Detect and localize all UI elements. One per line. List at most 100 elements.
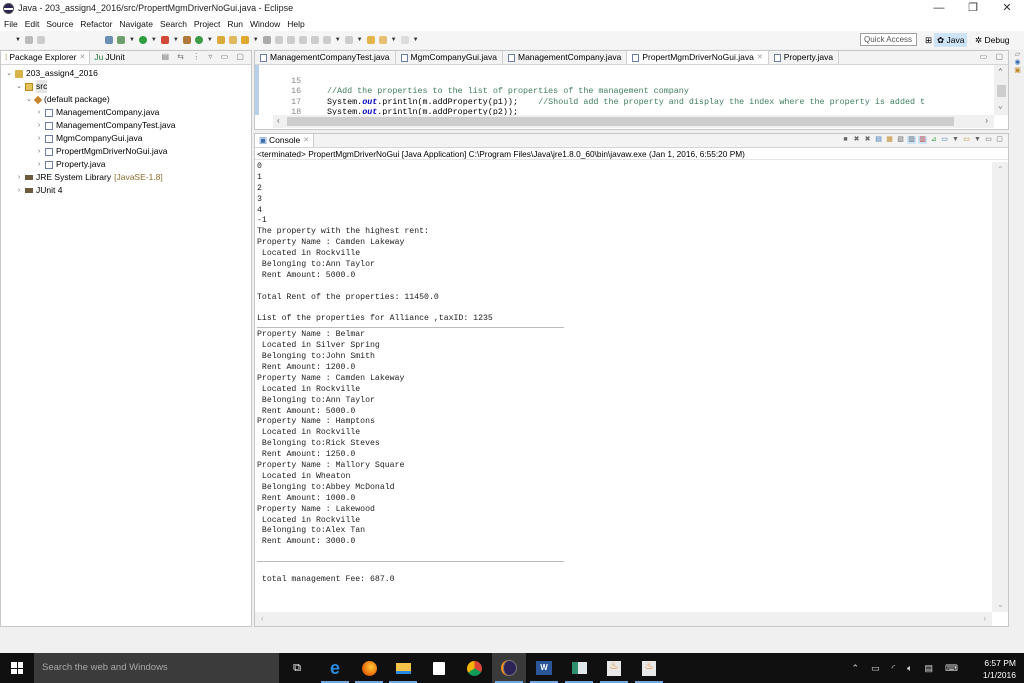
tree-item-junit-library[interactable]: › JUnit 4 — [1, 184, 251, 197]
tab-package-explorer[interactable]: ⁞ Package Explorer ✕ — [1, 51, 91, 64]
menu-search[interactable]: Search — [160, 19, 187, 29]
tree-item-project[interactable]: ⌄ 203_assign4_2016 — [1, 67, 251, 80]
taskbar-clock[interactable]: 6:57 PM 1/1/2016 — [983, 657, 1016, 681]
new-java-project-icon[interactable] — [182, 36, 191, 44]
menu-project[interactable]: Project — [194, 19, 220, 29]
view-toolbar[interactable]: ▤ ⇆ ⋮ ▿ ▭ ▢ — [161, 52, 247, 61]
scroll-down-icon[interactable]: ⌄ — [998, 101, 1003, 111]
forward-icon[interactable] — [400, 36, 409, 44]
scroll-right-icon[interactable]: › — [985, 116, 988, 125]
run-dropdown-icon[interactable]: ▼ — [151, 37, 157, 43]
tree-item-file[interactable]: › PropertMgmDriverNoGui.java — [1, 145, 251, 158]
code-editor[interactable]: 15 //Add the properties to the list of p… — [255, 65, 1008, 115]
menu-file[interactable]: File — [4, 19, 18, 29]
forward-dropdown-icon[interactable]: ▼ — [413, 37, 419, 43]
tree-item-file[interactable]: › Property.java — [1, 158, 251, 171]
toggle-mark-icon[interactable] — [286, 36, 295, 44]
store-icon[interactable] — [422, 653, 456, 683]
outline-icon[interactable]: ◉ — [1011, 58, 1024, 66]
editor-tab[interactable]: ManagementCompany.java — [503, 51, 628, 64]
show-stderr-icon[interactable]: ▥ — [918, 136, 927, 144]
external-tools-icon[interactable] — [160, 36, 169, 44]
scroll-lock-icon[interactable]: ▦ — [885, 136, 894, 144]
expand-icon[interactable]: ⌄ — [25, 93, 33, 106]
java-icon[interactable]: ♨ — [597, 653, 631, 683]
console-horizontal-scrollbar[interactable]: ‹ › — [255, 612, 992, 626]
quick-access-input[interactable]: Quick Access — [860, 33, 917, 46]
tree-item-default-package[interactable]: ⌄ (default package) — [1, 93, 251, 106]
open-console-dropdown-icon[interactable]: ▼ — [973, 136, 982, 144]
save-icon[interactable] — [24, 36, 33, 44]
tab-console[interactable]: ▣ Console ✕ — [255, 134, 315, 147]
restore-icon[interactable]: ▱ — [1011, 50, 1024, 58]
prev-annotation-icon[interactable] — [344, 36, 353, 44]
editor-vertical-scrollbar[interactable]: ⌃ ⌄ — [994, 65, 1008, 115]
annotation-icon[interactable] — [274, 36, 283, 44]
close-icon[interactable]: ✕ — [757, 51, 763, 64]
scroll-right-icon[interactable]: › — [983, 614, 986, 623]
console-vertical-scrollbar[interactable]: ⌃ ⌄ — [992, 162, 1008, 612]
collapse-icon[interactable]: › — [35, 106, 43, 119]
skip-breakpoints-icon[interactable] — [104, 36, 113, 44]
editor-tab[interactable]: ManagementCompanyTest.java — [255, 51, 396, 64]
collapse-icon[interactable]: › — [15, 184, 23, 197]
next-annotation-icon[interactable] — [322, 36, 331, 44]
new-dropdown-icon[interactable]: ▼ — [15, 37, 21, 43]
java-icon[interactable]: ♨ — [632, 653, 666, 683]
show-hidden-icons-icon[interactable]: ⌃ — [852, 663, 860, 674]
scrollbar-thumb[interactable] — [287, 117, 954, 126]
task-view-icon[interactable]: ⧉ — [280, 653, 314, 683]
collapse-icon[interactable]: › — [35, 132, 43, 145]
pin-console-icon[interactable]: ⊿ — [929, 136, 938, 144]
chrome-icon[interactable] — [457, 653, 491, 683]
word-wrap-icon[interactable]: ▧ — [896, 136, 905, 144]
maximize-icon[interactable]: ▢ — [995, 136, 1004, 144]
show-stdout-icon[interactable]: ▥ — [907, 136, 916, 144]
scroll-up-icon[interactable]: ⌃ — [998, 67, 1003, 77]
new-icon[interactable] — [3, 36, 11, 44]
debug-icon[interactable] — [116, 36, 125, 44]
open-type-icon[interactable] — [216, 36, 225, 44]
menu-edit[interactable]: Edit — [25, 19, 40, 29]
block-selection-icon[interactable] — [310, 36, 319, 44]
eclipse-taskbar-icon[interactable] — [492, 653, 526, 683]
display-console-dropdown-icon[interactable]: ▼ — [951, 136, 960, 144]
action-center-icon[interactable]: ▤ — [924, 663, 933, 674]
remove-all-launches-icon[interactable]: ✖ — [863, 136, 872, 144]
collapse-icon[interactable]: › — [35, 158, 43, 171]
minimize-button[interactable]: — — [922, 0, 956, 16]
show-whitespace-icon[interactable] — [298, 36, 307, 44]
start-button[interactable] — [0, 653, 34, 683]
menu-window[interactable]: Window — [250, 19, 280, 29]
prev-annotation-dropdown-icon[interactable]: ▼ — [357, 37, 363, 43]
perspective-java[interactable]: ✿ Java — [934, 33, 968, 47]
debug-dropdown-icon[interactable]: ▼ — [129, 37, 135, 43]
volume-icon[interactable]: 🔈︎ — [907, 663, 912, 674]
word-icon[interactable]: W — [527, 653, 561, 683]
menu-refactor[interactable]: Refactor — [80, 19, 112, 29]
search-icon[interactable] — [240, 36, 249, 44]
scroll-left-icon[interactable]: ‹ — [261, 614, 264, 623]
minimize-icon[interactable]: ▭ — [984, 136, 993, 144]
menu-help[interactable]: Help — [287, 19, 304, 29]
close-icon[interactable]: ✕ — [303, 134, 309, 147]
scroll-left-icon[interactable]: ‹ — [277, 116, 280, 125]
menu-source[interactable]: Source — [46, 19, 73, 29]
wifi-icon[interactable]: ◜ — [892, 663, 896, 674]
menu-navigate[interactable]: Navigate — [119, 19, 153, 29]
collapse-icon[interactable]: › — [35, 119, 43, 132]
open-console-icon[interactable]: ▭ — [962, 136, 971, 144]
expand-icon[interactable]: ⌄ — [5, 67, 13, 80]
perspective-debug[interactable]: ✲ Debug — [972, 33, 1013, 47]
edge-icon[interactable]: e — [318, 653, 352, 683]
close-button[interactable]: ✕ — [990, 0, 1024, 16]
menu-run[interactable]: Run — [227, 19, 243, 29]
pin-icon[interactable] — [262, 36, 271, 44]
save-all-icon[interactable] — [36, 36, 45, 44]
tree-item-src[interactable]: ⌄ src — [1, 80, 251, 93]
last-edit-icon[interactable] — [366, 36, 375, 44]
terminate-icon[interactable]: ■ — [841, 136, 850, 144]
clear-console-icon[interactable]: ▤ — [874, 136, 883, 144]
back-dropdown-icon[interactable]: ▼ — [391, 37, 397, 43]
editor-view-toolbar[interactable]: ▭ ▢ — [980, 52, 1006, 61]
